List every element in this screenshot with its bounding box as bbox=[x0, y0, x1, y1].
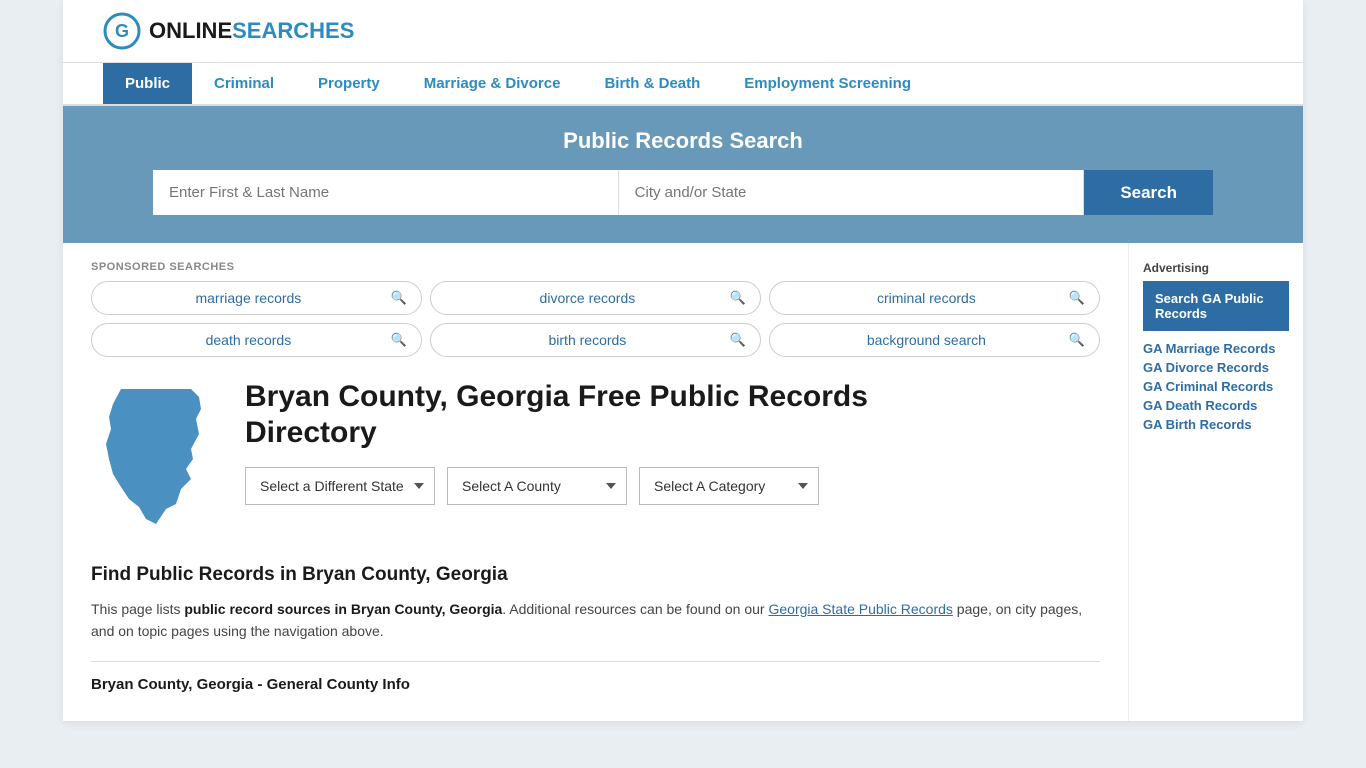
svg-text:G: G bbox=[115, 21, 129, 41]
sponsored-pill-divorce[interactable]: divorce records 🔍 bbox=[430, 281, 761, 315]
search-icon-2: 🔍 bbox=[1069, 290, 1085, 306]
sponsored-pill-divorce-text: divorce records bbox=[445, 290, 730, 306]
sidebar-link-criminal[interactable]: GA Criminal Records bbox=[1143, 379, 1289, 394]
nav-item-marriage-divorce[interactable]: Marriage & Divorce bbox=[402, 63, 583, 104]
sidebar-link-birth[interactable]: GA Birth Records bbox=[1143, 417, 1289, 432]
county-info-heading: Bryan County, Georgia - General County I… bbox=[91, 661, 1100, 693]
sponsored-pill-death[interactable]: death records 🔍 bbox=[91, 323, 422, 357]
nav-item-birth-death[interactable]: Birth & Death bbox=[582, 63, 722, 104]
search-form: Search bbox=[153, 170, 1213, 215]
logo-icon: G bbox=[103, 12, 141, 50]
content: SPONSORED SEARCHES marriage records 🔍 di… bbox=[63, 243, 1128, 721]
header: G ONLINESEARCHES bbox=[63, 0, 1303, 63]
search-icon-0: 🔍 bbox=[391, 290, 407, 306]
sponsored-pill-background[interactable]: background search 🔍 bbox=[769, 323, 1100, 357]
sponsored-pill-death-text: death records bbox=[106, 332, 391, 348]
search-icon-3: 🔍 bbox=[391, 332, 407, 348]
search-icon-1: 🔍 bbox=[730, 290, 746, 306]
sidebar-links: GA Marriage Records GA Divorce Records G… bbox=[1143, 341, 1289, 432]
search-banner: Public Records Search Search bbox=[63, 106, 1303, 243]
find-text: This page lists public record sources in… bbox=[91, 598, 1100, 643]
nav-item-public[interactable]: Public bbox=[103, 63, 192, 104]
sidebar-link-death[interactable]: GA Death Records bbox=[1143, 398, 1289, 413]
search-button[interactable]: Search bbox=[1084, 170, 1213, 215]
logo: G ONLINESEARCHES bbox=[103, 12, 354, 50]
georgia-state-link[interactable]: Georgia State Public Records bbox=[768, 601, 952, 617]
logo-text: ONLINESEARCHES bbox=[149, 18, 354, 44]
sponsored-pill-birth[interactable]: birth records 🔍 bbox=[430, 323, 761, 357]
state-section: Bryan County, Georgia Free Public Record… bbox=[91, 379, 1100, 542]
banner-title: Public Records Search bbox=[103, 128, 1263, 154]
main-nav: Public Criminal Property Marriage & Divo… bbox=[63, 63, 1303, 106]
main-content-area: SPONSORED SEARCHES marriage records 🔍 di… bbox=[63, 243, 1303, 721]
page-title: Bryan County, Georgia Free Public Record… bbox=[245, 379, 1100, 451]
sidebar-ad-label: Advertising bbox=[1143, 261, 1289, 275]
nav-item-employment[interactable]: Employment Screening bbox=[722, 63, 933, 104]
sponsored-pill-marriage-text: marriage records bbox=[106, 290, 391, 306]
state-title-block: Bryan County, Georgia Free Public Record… bbox=[245, 379, 1100, 505]
sponsored-label: SPONSORED SEARCHES bbox=[91, 261, 1100, 273]
sidebar-link-marriage[interactable]: GA Marriage Records bbox=[1143, 341, 1289, 356]
search-icon-4: 🔍 bbox=[730, 332, 746, 348]
find-section: Find Public Records in Bryan County, Geo… bbox=[91, 564, 1100, 643]
sponsored-pill-background-text: background search bbox=[784, 332, 1069, 348]
nav-item-criminal[interactable]: Criminal bbox=[192, 63, 296, 104]
sidebar: Advertising Search GA Public Records GA … bbox=[1128, 243, 1303, 721]
sponsored-pill-birth-text: birth records bbox=[445, 332, 730, 348]
search-icon-5: 🔍 bbox=[1069, 332, 1085, 348]
sidebar-link-divorce[interactable]: GA Divorce Records bbox=[1143, 360, 1289, 375]
city-input[interactable] bbox=[619, 170, 1085, 215]
sidebar-ad-box[interactable]: Search GA Public Records bbox=[1143, 281, 1289, 331]
category-dropdown[interactable]: Select A Category bbox=[639, 467, 819, 505]
nav-item-property[interactable]: Property bbox=[296, 63, 402, 104]
sponsored-pill-criminal[interactable]: criminal records 🔍 bbox=[769, 281, 1100, 315]
sponsored-pill-marriage[interactable]: marriage records 🔍 bbox=[91, 281, 422, 315]
state-map bbox=[91, 379, 221, 542]
sponsored-pill-criminal-text: criminal records bbox=[784, 290, 1069, 306]
county-dropdown[interactable]: Select A County bbox=[447, 467, 627, 505]
state-dropdown[interactable]: Select a Different State bbox=[245, 467, 435, 505]
sponsored-grid: marriage records 🔍 divorce records 🔍 cri… bbox=[91, 281, 1100, 357]
name-input[interactable] bbox=[153, 170, 619, 215]
find-title: Find Public Records in Bryan County, Geo… bbox=[91, 564, 1100, 586]
dropdowns-row: Select a Different State Select A County… bbox=[245, 467, 1100, 505]
